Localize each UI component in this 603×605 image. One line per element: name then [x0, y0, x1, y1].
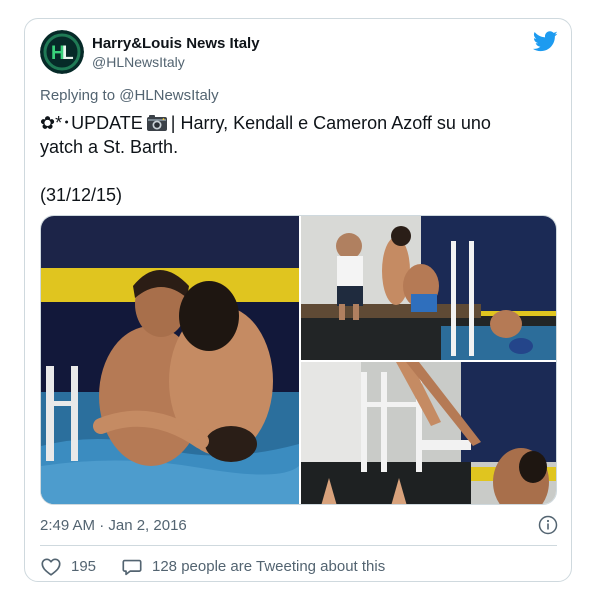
author-handle[interactable]: @HLNewsItaly	[92, 54, 185, 70]
twitter-bird-icon[interactable]	[533, 31, 558, 52]
photo-2[interactable]	[301, 216, 556, 360]
update-label: ✿*･UPDATE	[40, 113, 143, 133]
tweet-card[interactable]: H L Harry&Louis News Italy @HLNewsItaly …	[24, 18, 572, 582]
avatar[interactable]: H L	[40, 30, 84, 74]
tweet-text-line-2: yatch a St. Barth.	[40, 137, 179, 157]
tweeting-about-link[interactable]: 128 people are Tweeting about this	[152, 558, 385, 575]
update-text: | Harry, Kendall e Cameron Azoff su uno	[170, 113, 491, 133]
tweet-timestamp[interactable]: 2:49 AM · Jan 2, 2016	[40, 517, 187, 534]
replying-to: Replying to @HLNewsItaly	[40, 87, 219, 104]
tweet-text: ✿*･UPDATE | Harry, Kendall e Cameron Azo…	[40, 111, 560, 207]
like-count[interactable]: 195	[71, 558, 96, 575]
media-grid	[40, 215, 557, 505]
svg-text:L: L	[62, 43, 74, 64]
speech-bubble-icon[interactable]	[121, 556, 143, 578]
replying-prefix: Replying to	[40, 87, 120, 104]
hl-logo-icon: H L	[40, 30, 84, 74]
camera-icon	[146, 115, 167, 131]
author-name[interactable]: Harry&Louis News Italy	[92, 35, 260, 52]
tweet-text-line-1: ✿*･UPDATE | Harry, Kendall e Cameron Azo…	[40, 111, 560, 135]
replying-mention-link[interactable]: @HLNewsItaly	[119, 87, 218, 104]
tweet-text-date: (31/12/15)	[40, 185, 123, 205]
divider	[40, 545, 557, 546]
photo-3[interactable]	[301, 362, 556, 504]
heart-icon[interactable]	[40, 556, 62, 578]
info-icon[interactable]	[538, 515, 558, 535]
photo-1[interactable]	[41, 216, 299, 504]
